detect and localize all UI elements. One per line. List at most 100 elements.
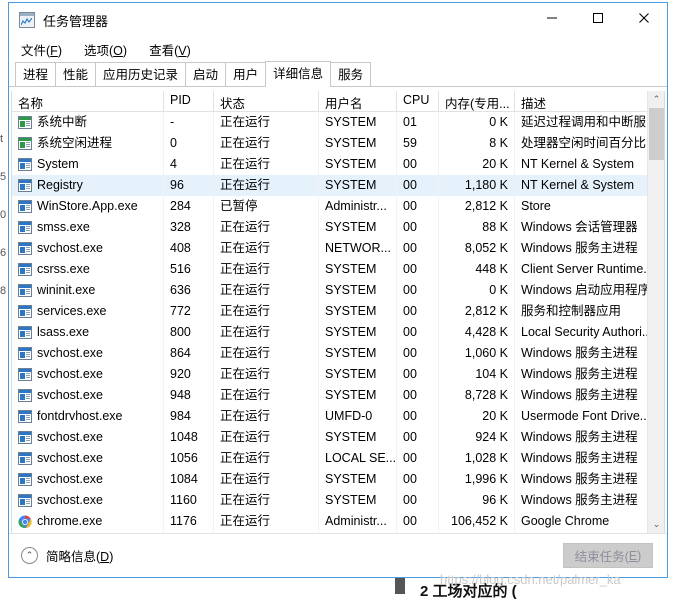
table-row[interactable]: svchost.exe 408 正在运行 NETWOR... 00 8,052 K Wind… xyxy=(12,238,647,259)
column-header-pid[interactable]: PID ⌃ xyxy=(164,91,214,111)
cell-description: Local Security Authori... xyxy=(515,322,647,343)
process-name: svchost.exe xyxy=(37,367,104,381)
process-name: svchost.exe xyxy=(37,388,104,402)
column-header-description[interactable]: 描述 xyxy=(515,91,647,111)
cell-cpu: 00 xyxy=(397,469,439,490)
menu-item-view-mnemonic: V xyxy=(178,43,187,58)
table-row[interactable]: Registry 96 正在运行 SYSTEM 00 1,180 K NT Kernel &… xyxy=(12,175,647,196)
menu-item-options-label: 选项( xyxy=(83,43,114,58)
cell-pid: 864 xyxy=(164,343,214,364)
table-row[interactable]: wininit.exe 636 正在运行 SYSTEM 00 0 K Windows 启动应… xyxy=(12,280,647,301)
cell-memory: 20 K xyxy=(439,406,515,427)
scrollbar-thumb[interactable] xyxy=(649,108,664,160)
table-row[interactable]: services.exe 772 正在运行 SYSTEM 00 2,812 K 服务和控制器… xyxy=(12,301,647,322)
cell-status: 正在运行 xyxy=(214,322,319,343)
process-name: svchost.exe xyxy=(37,430,104,444)
cell-status: 正在运行 xyxy=(214,217,319,238)
cell-pid: 284 xyxy=(164,196,214,217)
background-bottom-block xyxy=(395,578,405,594)
cell-status: 正在运行 xyxy=(214,490,319,511)
process-icon-blue xyxy=(18,473,32,486)
column-header-memory[interactable]: 内存(专用... xyxy=(439,91,515,111)
table-row[interactable]: svchost.exe 1056 正在运行 LOCAL SE... 00 1,028 KW… xyxy=(12,448,647,469)
cell-description: Windows 会话管理器 xyxy=(515,217,647,238)
cell-status: 正在运行 xyxy=(214,280,319,301)
cell-pid: 1084 xyxy=(164,469,214,490)
cell-status: 正在运行 xyxy=(214,259,319,280)
cell-description: Windows 服务主进程 xyxy=(515,385,647,406)
tab-2[interactable]: 应用历史记录 xyxy=(95,62,187,86)
scroll-down-arrow-icon[interactable]: ⌄ xyxy=(648,516,664,533)
tab-4[interactable]: 用户 xyxy=(225,62,267,86)
cell-cpu: 00 xyxy=(397,175,439,196)
tab-1[interactable]: 性能 xyxy=(55,62,97,86)
cell-description: Store xyxy=(515,196,647,217)
cell-description: Windows 服务主进程 xyxy=(515,490,647,511)
table-row[interactable]: smss.exe 328 正在运行 SYSTEM 00 88 K Windows 会话管理器 xyxy=(12,217,647,238)
tab-3[interactable]: 启动 xyxy=(185,62,227,86)
table-row[interactable]: 系统中断 - 正在运行 SYSTEM 01 0 K 延迟过程调用和中断服... xyxy=(12,112,647,133)
menu-item-file[interactable]: 文件(F) xyxy=(19,38,72,61)
table-row[interactable]: svchost.exe 864 正在运行 SYSTEM 00 1,060 K Windows… xyxy=(12,343,647,364)
process-icon-blue xyxy=(18,179,32,192)
cell-name: 系统空闲进程 xyxy=(12,133,164,154)
minimize-button[interactable] xyxy=(529,3,575,33)
tab-label: 进程 xyxy=(23,68,49,82)
cell-name: svchost.exe xyxy=(12,448,164,469)
cell-cpu: 00 xyxy=(397,259,439,280)
column-header-label: CPU xyxy=(403,93,430,107)
cell-memory: 0 K xyxy=(439,280,515,301)
fewer-details-label: 简略信息(D) xyxy=(46,546,113,565)
cell-user: SYSTEM xyxy=(319,469,397,490)
cell-cpu: 00 xyxy=(397,343,439,364)
menu-item-view[interactable]: 查看(V) xyxy=(147,38,201,61)
table-row[interactable]: svchost.exe 1084 正在运行 SYSTEM 00 1,996 K Window… xyxy=(12,469,647,490)
process-icon-blue xyxy=(18,221,32,234)
table-row[interactable]: csrss.exe 516 正在运行 SYSTEM 00 448 K Client Serv… xyxy=(12,259,647,280)
maximize-button[interactable] xyxy=(575,3,621,33)
table-row[interactable]: chrome.exe 1176 正在运行 Administr... 00 106,452 … xyxy=(12,511,647,532)
process-name: 系统中断 xyxy=(37,115,88,129)
tab-0[interactable]: 进程 xyxy=(15,62,57,86)
vertical-scrollbar[interactable]: ⌃ ⌄ xyxy=(647,91,664,533)
cell-user: UMFD-0 xyxy=(319,406,397,427)
end-task-button[interactable]: 结束任务(E) xyxy=(563,543,653,568)
tab-6[interactable]: 服务 xyxy=(330,62,372,86)
fewer-details-button[interactable]: ⌃ 简略信息(D) xyxy=(21,546,113,565)
cell-pid: 516 xyxy=(164,259,214,280)
table-row[interactable]: svchost.exe 1160 正在运行 SYSTEM 00 96 K Windows 服… xyxy=(12,490,647,511)
tab-label: 详细信息 xyxy=(273,67,324,81)
cell-name: svchost.exe xyxy=(12,343,164,364)
window-title: 任务管理器 xyxy=(43,13,109,29)
table-row[interactable]: svchost.exe 948 正在运行 SYSTEM 00 8,728 K Windows… xyxy=(12,385,647,406)
cell-cpu: 00 xyxy=(397,196,439,217)
cell-status: 正在运行 xyxy=(214,112,319,133)
cell-user: SYSTEM xyxy=(319,259,397,280)
process-name: svchost.exe xyxy=(37,493,104,507)
menu-item-options[interactable]: 选项(O) xyxy=(82,38,137,61)
cell-description: Windows 服务主进程 xyxy=(515,238,647,259)
table-row[interactable]: svchost.exe 920 正在运行 SYSTEM 00 104 K Windows 服… xyxy=(12,364,647,385)
table-row[interactable]: WinStore.App.exe 284 已暂停 Administr... 00 2,81… xyxy=(12,196,647,217)
close-button[interactable] xyxy=(621,3,667,33)
cell-cpu: 00 xyxy=(397,448,439,469)
scroll-up-arrow-icon[interactable]: ⌃ xyxy=(648,91,664,108)
table-row[interactable]: 系统空闲进程 0 正在运行 SYSTEM 59 8 K 处理器空闲时间百分比 xyxy=(12,133,647,154)
process-icon-blue xyxy=(18,200,32,213)
cell-name: csrss.exe xyxy=(12,259,164,280)
table-row[interactable]: System 4 正在运行 SYSTEM 00 20 K NT Kernel & Syste… xyxy=(12,154,647,175)
table-row[interactable]: lsass.exe 800 正在运行 SYSTEM 00 4,428 K Local Sec… xyxy=(12,322,647,343)
table-row[interactable]: svchost.exe 1048 正在运行 SYSTEM 00 924 K Windows … xyxy=(12,427,647,448)
title-bar[interactable]: 任务管理器 xyxy=(9,3,667,37)
column-header-name[interactable]: 名称 xyxy=(12,91,164,111)
column-header-user[interactable]: 用户名 xyxy=(319,91,397,111)
cell-status: 正在运行 xyxy=(214,301,319,322)
chrome-icon xyxy=(18,515,32,528)
cell-description: Windows 服务主进程 xyxy=(515,427,647,448)
cell-description: Windows 服务主进程 xyxy=(515,343,647,364)
column-header-cpu[interactable]: CPU xyxy=(397,91,439,111)
column-header-status[interactable]: 状态 xyxy=(214,91,319,111)
table-row[interactable]: fontdrvhost.exe 984 正在运行 UMFD-0 00 20 K Usermo… xyxy=(12,406,647,427)
tab-5[interactable]: 详细信息 xyxy=(265,61,332,87)
cell-memory: 1,996 K xyxy=(439,469,515,490)
